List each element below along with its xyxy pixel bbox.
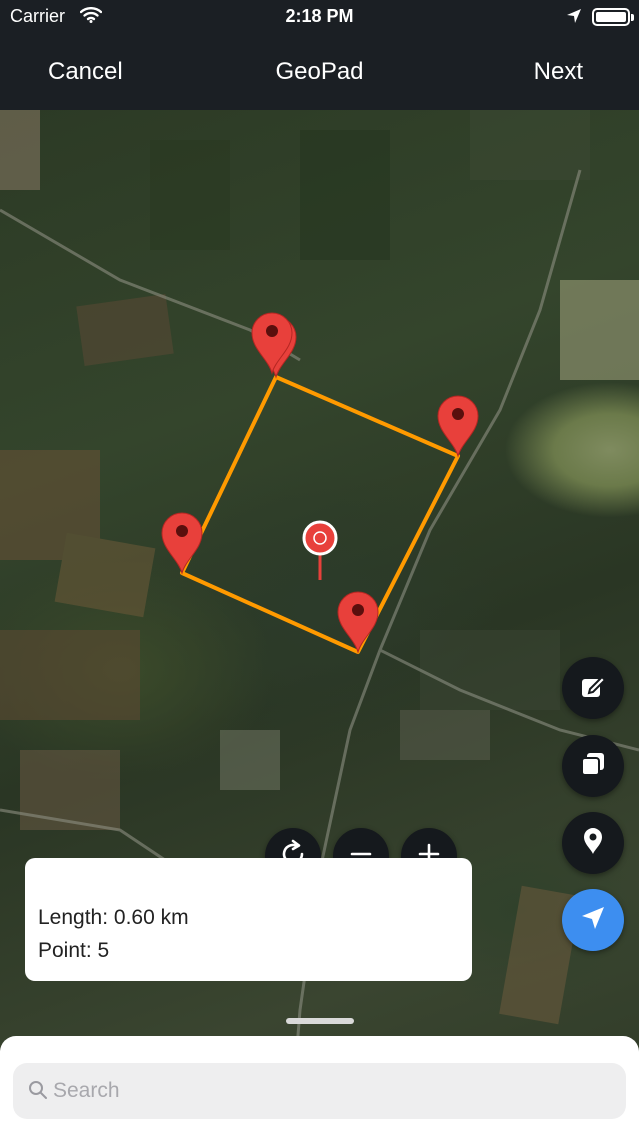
search-icon [28, 1080, 48, 1105]
status-bar: Carrier 2:18 PM [0, 0, 639, 34]
measurement-info-card: Length: 0.60 km Point: 5 [25, 858, 472, 981]
clock: 2:18 PM [285, 6, 354, 26]
layers-button[interactable] [562, 735, 624, 797]
page-title: GeoPad [275, 58, 364, 85]
location-arrow-icon [566, 8, 582, 29]
map-overlay [0, 110, 639, 1136]
satellite-map[interactable] [0, 110, 639, 1136]
bottom-sheet [0, 1036, 639, 1136]
search-input[interactable] [53, 1063, 613, 1119]
sheet-grabber[interactable] [286, 1018, 354, 1024]
map-marker-1-duplicate[interactable] [251, 312, 293, 375]
map-marker-3[interactable] [337, 591, 379, 654]
my-location-button[interactable] [562, 889, 624, 951]
map-marker-4[interactable] [161, 512, 203, 575]
edit-button[interactable] [562, 657, 624, 719]
navigation-bar: Cancel GeoPad Next [0, 34, 639, 110]
selection-polygon [180, 375, 460, 654]
navigation-arrow-icon [580, 905, 606, 936]
cancel-button[interactable]: Cancel [48, 58, 123, 86]
battery-icon [592, 8, 634, 26]
add-pin-button[interactable] [562, 812, 624, 874]
pin-icon [581, 827, 605, 860]
map-marker-2[interactable] [437, 395, 479, 458]
next-button[interactable]: Next [534, 58, 583, 86]
search-bar[interactable] [13, 1063, 626, 1119]
length-label: Length: 0.60 km [38, 906, 189, 929]
edit-icon [579, 672, 607, 705]
center-target-pin[interactable] [302, 520, 338, 580]
layers-icon [579, 750, 607, 783]
point-count-label: Point: 5 [38, 939, 110, 962]
